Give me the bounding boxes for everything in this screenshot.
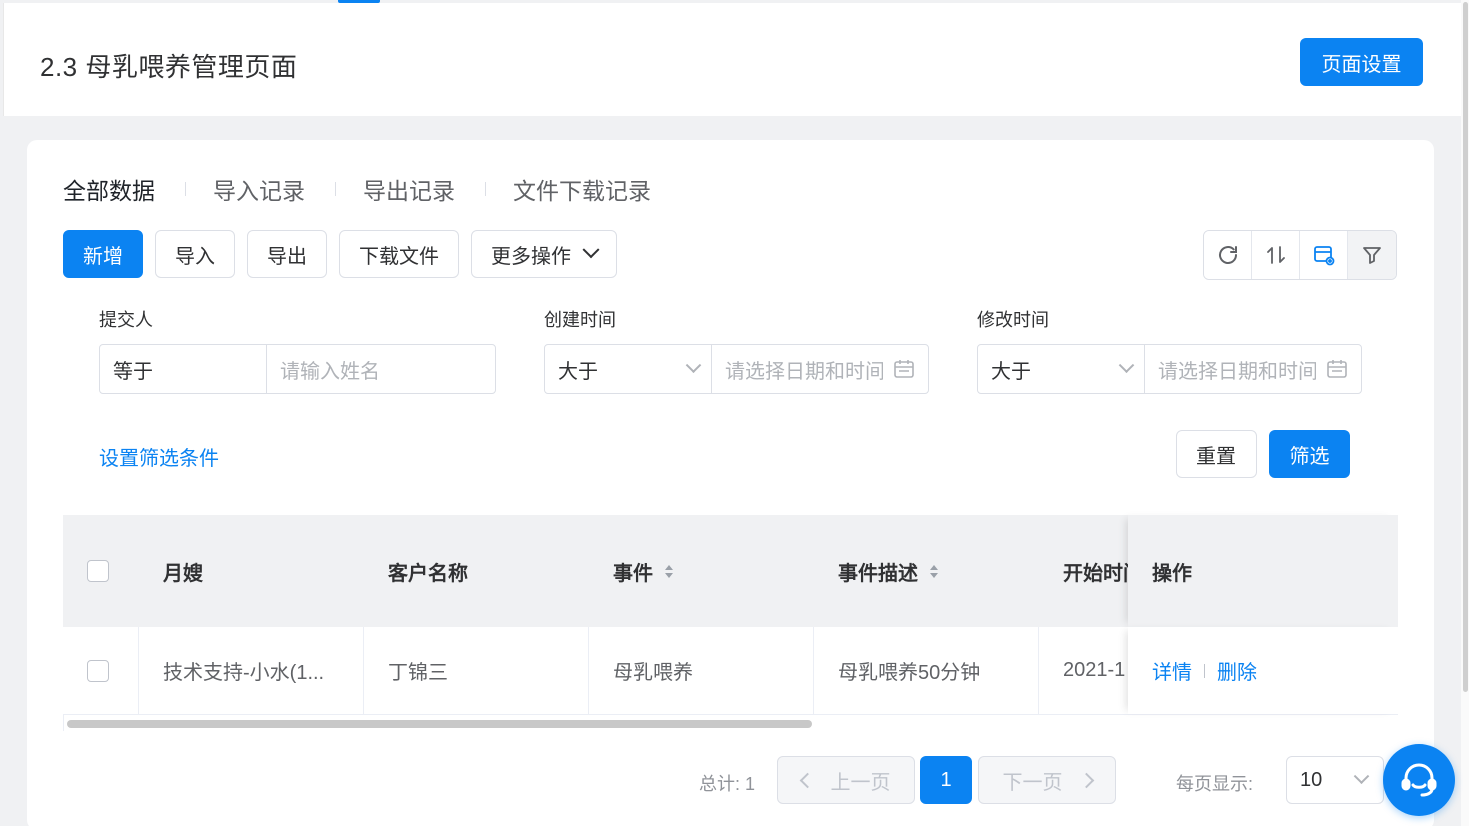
sort-button[interactable] [1252, 231, 1300, 279]
total-count: 总计: 1 [699, 774, 756, 794]
delete-link[interactable]: 删除 [1217, 656, 1257, 685]
more-actions-label: 更多操作 [491, 245, 571, 268]
current-page-button[interactable]: 1 [920, 756, 972, 804]
cell-customer: 丁锦三 [364, 627, 589, 714]
input-placeholder: 请选择日期和时间 [1158, 360, 1316, 383]
prev-page-label: 上一页 [830, 771, 891, 794]
table-header: 月嫂 客户名称 事件 事件描述 开始时间 操作 [63, 515, 1398, 627]
prev-page-button[interactable]: 上一页 [777, 756, 915, 804]
apply-filter-button[interactable]: 筛选 [1269, 430, 1350, 478]
more-actions-dropdown[interactable]: 更多操作 [471, 230, 617, 278]
column-header-description-label: 事件描述 [838, 562, 918, 585]
next-page-label: 下一页 [1002, 771, 1063, 794]
filter-toggle-button[interactable] [1348, 231, 1396, 279]
table-row: 技术支持-小水(1... 丁锦三 母乳喂养 母乳喂养50分钟 2021-1 详情… [63, 627, 1398, 715]
calendar-icon [894, 360, 914, 378]
operator-value: 等于 [113, 360, 153, 383]
next-page-button[interactable]: 下一页 [978, 756, 1116, 804]
filter-modified-date-input[interactable]: 请选择日期和时间 [1145, 345, 1361, 393]
filter-created-time: 大于 请选择日期和时间 [544, 344, 929, 394]
filter-icon [1363, 247, 1381, 264]
import-button[interactable]: 导入 [155, 230, 235, 278]
tab-all-data[interactable]: 全部数据 [63, 172, 155, 206]
page-size-select[interactable]: 10 [1286, 756, 1384, 804]
page-settings-button[interactable]: 页面设置 [1300, 38, 1423, 86]
add-button[interactable]: 新增 [63, 230, 143, 278]
set-filter-conditions-link[interactable]: 设置筛选条件 [99, 442, 219, 471]
cell-event: 母乳喂养 [589, 627, 814, 714]
column-header-actions: 操作 [1128, 515, 1398, 627]
header-checkbox-cell [63, 515, 139, 627]
tab-divider [485, 182, 486, 196]
operator-value: 大于 [558, 360, 598, 383]
filter-label-created-time: 创建时间 [544, 310, 616, 330]
column-settings-button[interactable] [1300, 231, 1348, 279]
page-size-label: 每页显示: [1176, 774, 1254, 794]
filter-created-operator[interactable]: 大于 [545, 345, 712, 393]
chevron-down-icon [1353, 767, 1370, 784]
filter-submitter-input[interactable]: 请输入姓名 [267, 345, 495, 393]
cell-description: 母乳喂养50分钟 [814, 627, 1039, 714]
tab-bar: 全部数据 导入记录 导出记录 文件下载记录 [63, 172, 651, 206]
refresh-button[interactable] [1204, 231, 1252, 279]
row-checkbox-cell [63, 627, 139, 714]
column-header-description[interactable]: 事件描述 [814, 515, 1039, 627]
chevron-down-icon [1118, 356, 1135, 373]
sort-icon[interactable] [665, 564, 673, 578]
main-card: 全部数据 导入记录 导出记录 文件下载记录 新增 导入 导出 下载文件 更多操作… [27, 140, 1434, 826]
page-header: 2.3 母乳喂养管理页面 页面设置 [3, 3, 1461, 116]
sort-icon [1266, 246, 1285, 264]
data-table: 月嫂 客户名称 事件 事件描述 开始时间 操作 技术支持-小水(1... 丁锦三… [63, 515, 1398, 715]
cell-actions: 详情 删除 [1128, 627, 1398, 714]
reset-button[interactable]: 重置 [1176, 430, 1257, 478]
chevron-down-icon [685, 356, 702, 373]
input-placeholder: 请选择日期和时间 [725, 360, 883, 383]
customer-service-button[interactable] [1383, 744, 1455, 816]
filter-created-date-input[interactable]: 请选择日期和时间 [712, 345, 928, 393]
chevron-right-icon [1078, 772, 1094, 788]
tab-divider [335, 182, 336, 196]
filter-modified-time: 大于 请选择日期和时间 [977, 344, 1362, 394]
column-settings-icon [1313, 246, 1334, 266]
chevron-left-icon [799, 772, 815, 788]
calendar-icon [1327, 360, 1347, 378]
cell-nanny: 技术支持-小水(1... [139, 627, 364, 714]
page-title: 2.3 母乳喂养管理页面 [40, 52, 298, 82]
filter-label-submitter: 提交人 [99, 310, 153, 330]
page-size-value: 10 [1300, 768, 1323, 791]
action-divider [1204, 663, 1205, 678]
table-tools-group [1203, 230, 1397, 280]
tab-download-records[interactable]: 文件下载记录 [513, 172, 651, 206]
chevron-down-icon [582, 241, 600, 259]
operator-value: 大于 [991, 360, 1031, 383]
details-link[interactable]: 详情 [1152, 656, 1192, 685]
row-checkbox[interactable] [87, 659, 109, 682]
tab-divider [185, 182, 186, 196]
filter-submitter: 等于 请输入姓名 [99, 344, 496, 394]
select-all-checkbox[interactable] [87, 560, 109, 582]
horizontal-scrollbar[interactable] [67, 720, 812, 728]
column-header-event[interactable]: 事件 [589, 515, 814, 627]
column-header-event-label: 事件 [613, 562, 653, 585]
refresh-icon [1218, 246, 1237, 264]
sort-icon[interactable] [930, 564, 938, 578]
vertical-scrollbar-thumb[interactable] [1463, 2, 1468, 692]
action-toolbar: 新增 导入 导出 下载文件 更多操作 [63, 230, 617, 278]
filter-submitter-operator[interactable]: 等于 [100, 345, 267, 393]
filter-label-modified-time: 修改时间 [977, 310, 1049, 330]
customer-service-icon [1401, 763, 1437, 797]
column-header-customer[interactable]: 客户名称 [364, 515, 589, 627]
tab-import-records[interactable]: 导入记录 [213, 172, 305, 206]
download-file-button[interactable]: 下载文件 [339, 230, 459, 278]
tab-export-records[interactable]: 导出记录 [363, 172, 455, 206]
export-button[interactable]: 导出 [247, 230, 327, 278]
filter-modified-operator[interactable]: 大于 [978, 345, 1145, 393]
column-header-nanny[interactable]: 月嫂 [139, 515, 364, 627]
input-placeholder: 请输入姓名 [280, 360, 380, 383]
